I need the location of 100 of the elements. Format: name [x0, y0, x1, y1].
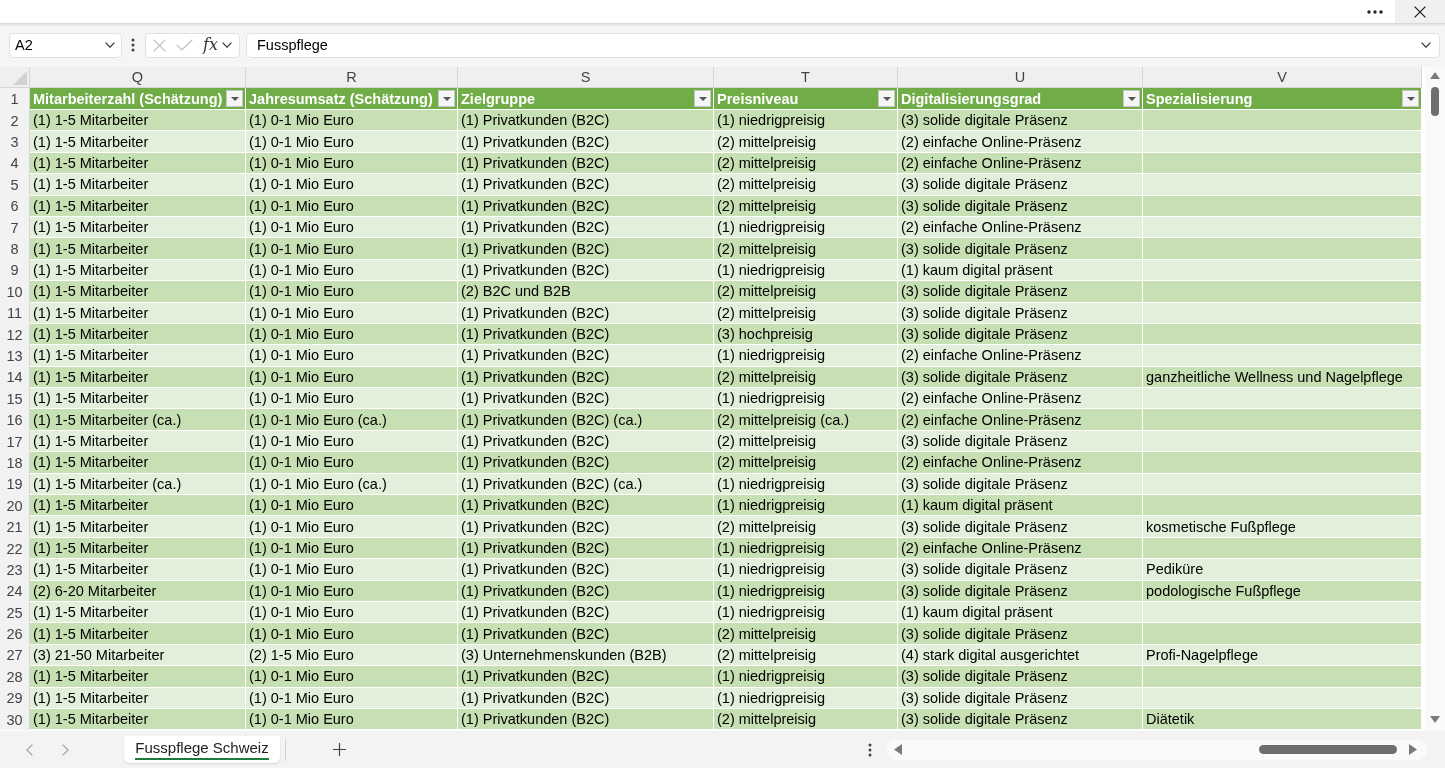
table-cell: (3) solide digitale Präsenz: [898, 516, 1143, 538]
table-cell: (1) Privatkunden (B2C): [458, 495, 714, 517]
row-number[interactable]: 21: [0, 516, 30, 538]
table-cell: (1) Privatkunden (B2C) (ca.): [458, 409, 714, 431]
chevron-down-icon[interactable]: [105, 42, 115, 48]
row-number[interactable]: 12: [0, 323, 30, 346]
table-cell: (1) 0-1 Mio Euro: [246, 302, 458, 324]
table-cell: (3) solide digitale Präsenz: [898, 323, 1143, 346]
table-cell: (1) niedrigpreisig: [714, 216, 898, 239]
table-cell: (1) 1-5 Mitarbeiter: [30, 281, 246, 303]
table-cell: (3) solide digitale Präsenz: [898, 174, 1143, 196]
column-header[interactable]: R: [246, 67, 458, 88]
more-icon[interactable]: [1367, 9, 1383, 14]
row-number[interactable]: 4: [0, 152, 30, 175]
row-number[interactable]: 11: [0, 302, 30, 324]
filter-button[interactable]: [1123, 90, 1140, 107]
triangle-right-icon[interactable]: [1409, 744, 1417, 755]
filter-button[interactable]: [438, 90, 455, 107]
filter-button[interactable]: [694, 90, 711, 107]
table-cell: (1) 1-5 Mitarbeiter: [30, 388, 246, 410]
table-cell: (1) Privatkunden (B2C): [458, 345, 714, 367]
table-cell: (1) Privatkunden (B2C): [458, 216, 714, 239]
row-number[interactable]: 5: [0, 174, 30, 196]
row-number[interactable]: 14: [0, 366, 30, 389]
row-number[interactable]: 28: [0, 666, 30, 688]
filter-button[interactable]: [878, 90, 895, 107]
column-header[interactable]: S: [458, 67, 714, 88]
table-cell: (1) niedrigpreisig: [714, 110, 898, 132]
row-number[interactable]: 26: [0, 623, 30, 645]
row-number[interactable]: 24: [0, 580, 30, 602]
column-header[interactable]: U: [898, 67, 1143, 88]
insert-function-button[interactable]: fx: [202, 36, 219, 54]
table-cell: (3) hochpreisig: [714, 323, 898, 346]
table-cell: (1) 0-1 Mio Euro: [246, 323, 458, 346]
table-cell: (3) solide digitale Präsenz: [898, 623, 1143, 645]
chevron-down-icon[interactable]: [221, 42, 232, 48]
row-number[interactable]: 25: [0, 602, 30, 624]
row-number[interactable]: 20: [0, 495, 30, 517]
column-header[interactable]: Q: [30, 67, 246, 88]
formula-field[interactable]: Fusspflege: [246, 32, 1440, 58]
row-number[interactable]: 17: [0, 430, 30, 453]
vertical-dots-icon[interactable]: [131, 38, 135, 52]
table-cell: (1) 0-1 Mio Euro: [246, 388, 458, 410]
row-number[interactable]: 23: [0, 559, 30, 581]
row-number[interactable]: 16: [0, 409, 30, 431]
plus-icon[interactable]: [333, 743, 346, 756]
row-number[interactable]: 1: [0, 88, 30, 110]
triangle-down-icon: [882, 96, 891, 101]
row-number[interactable]: 6: [0, 195, 30, 217]
sheet-tab[interactable]: Fusspflege Schweiz: [124, 736, 280, 763]
table-cell: (1) Privatkunden (B2C): [458, 452, 714, 474]
triangle-down-icon[interactable]: [1430, 716, 1440, 723]
row-number[interactable]: 18: [0, 452, 30, 474]
scroll-thumb[interactable]: [1431, 87, 1439, 116]
table-cell: (1) kaum digital präsent: [898, 602, 1143, 624]
row-number[interactable]: 15: [0, 388, 30, 410]
row-number[interactable]: 10: [0, 281, 30, 303]
table-cell: (3) solide digitale Präsenz: [898, 238, 1143, 260]
row-number[interactable]: 27: [0, 644, 30, 667]
triangle-left-icon[interactable]: [894, 744, 902, 755]
table-cell: (1) 1-5 Mitarbeiter: [30, 323, 246, 346]
row-number[interactable]: 7: [0, 216, 30, 239]
column-header[interactable]: V: [1143, 67, 1422, 88]
table-cell: (1) niedrigpreisig: [714, 388, 898, 410]
triangle-up-icon[interactable]: [1430, 72, 1440, 79]
filter-button[interactable]: [1402, 90, 1419, 107]
name-box[interactable]: A2: [9, 32, 122, 58]
table-cell: (1) 1-5 Mitarbeiter: [30, 302, 246, 324]
vertical-dots-icon[interactable]: [868, 742, 872, 757]
row-number[interactable]: 19: [0, 473, 30, 496]
filter-button[interactable]: [226, 90, 243, 107]
column-title: Preisniveau: [717, 90, 799, 107]
table-cell: (1) 0-1 Mio Euro: [246, 174, 458, 196]
scroll-thumb[interactable]: [1259, 745, 1397, 754]
table-cell: (1) 1-5 Mitarbeiter: [30, 174, 246, 196]
row-number[interactable]: 3: [0, 131, 30, 153]
table-cell: (1) Privatkunden (B2C): [458, 537, 714, 560]
vertical-scrollbar[interactable]: [1425, 67, 1445, 731]
row-number[interactable]: 13: [0, 345, 30, 367]
table-cell: (2) einfache Online-Präsenz: [898, 131, 1143, 153]
table-cell: (1) 0-1 Mio Euro: [246, 259, 458, 282]
table-cell: (1) 0-1 Mio Euro: [246, 516, 458, 538]
table-cell: (2) mittelpreisig: [714, 238, 898, 260]
row-number[interactable]: 30: [0, 708, 30, 731]
row-number[interactable]: 2: [0, 110, 30, 132]
row-number[interactable]: 9: [0, 259, 30, 282]
table-cell: (1) 1-5 Mitarbeiter: [30, 687, 246, 709]
chevron-down-icon[interactable]: [1421, 42, 1431, 48]
column-header[interactable]: T: [714, 67, 898, 88]
table-cell: podologische Fußpflege: [1143, 580, 1422, 602]
table-cell: (1) Privatkunden (B2C): [458, 259, 714, 282]
row-number[interactable]: 29: [0, 687, 30, 709]
table-cell: (2) mittelpreisig: [714, 430, 898, 453]
table-cell: (1) 0-1 Mio Euro: [246, 623, 458, 645]
row-number[interactable]: 8: [0, 238, 30, 260]
table-cell: (1) 0-1 Mio Euro (ca.): [246, 409, 458, 431]
table-cell: (1) 1-5 Mitarbeiter: [30, 216, 246, 239]
row-number[interactable]: 22: [0, 537, 30, 560]
horizontal-scrollbar[interactable]: [886, 739, 1427, 760]
table-cell: Diätetik: [1143, 708, 1422, 731]
